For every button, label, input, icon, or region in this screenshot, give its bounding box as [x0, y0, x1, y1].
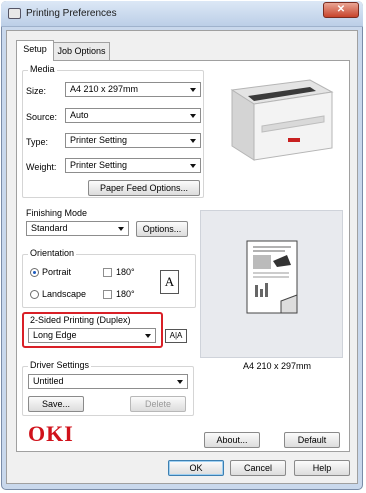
driver-settings-label: Driver Settings: [28, 360, 92, 370]
landscape-label: Landscape: [42, 289, 87, 299]
finishing-options-button[interactable]: Options...: [136, 221, 188, 237]
orientation-group-label: Orientation: [28, 248, 77, 258]
finishing-mode-label: Finishing Mode: [26, 208, 88, 218]
chevron-down-icon: [190, 164, 196, 168]
driver-settings-dropdown[interactable]: Untitled: [28, 374, 188, 389]
paper-size-caption: A4 210 x 297mm: [243, 361, 312, 371]
weight-value: Printer Setting: [70, 160, 128, 170]
portrait-180-checkbox[interactable]: [103, 268, 112, 277]
tab-setup[interactable]: Setup: [16, 40, 54, 61]
printer-icon: [8, 8, 21, 19]
paper-feed-options-button[interactable]: Paper Feed Options...: [88, 180, 200, 196]
duplex-long-edge-icon: A|A: [165, 329, 187, 343]
default-button[interactable]: Default: [284, 432, 340, 448]
chevron-down-icon: [190, 114, 196, 118]
print-preview-panel: [200, 210, 343, 358]
window-title: Printing Preferences: [26, 8, 117, 19]
type-dropdown[interactable]: Printer Setting: [65, 133, 201, 148]
weight-label: Weight:: [26, 162, 57, 172]
size-dropdown[interactable]: A4 210 x 297mm: [65, 82, 201, 97]
save-settings-button[interactable]: Save...: [28, 396, 84, 412]
type-value: Printer Setting: [70, 135, 128, 145]
orientation-page-icon: A: [160, 270, 179, 294]
landscape-180-checkbox[interactable]: [103, 290, 112, 299]
media-group-label: Media: [28, 64, 57, 74]
landscape-180-label: 180°: [116, 289, 135, 299]
size-value: A4 210 x 297mm: [70, 84, 139, 94]
printer-image: [230, 79, 334, 161]
portrait-180-label: 180°: [116, 267, 135, 277]
weight-dropdown[interactable]: Printer Setting: [65, 158, 201, 173]
finishing-mode-value: Standard: [31, 223, 68, 233]
about-button[interactable]: About...: [204, 432, 260, 448]
tab-job-options[interactable]: Job Options: [53, 42, 110, 60]
chevron-down-icon: [177, 380, 183, 384]
landscape-radio[interactable]: [30, 290, 39, 299]
oki-logo: OKI: [28, 421, 74, 446]
type-label: Type:: [26, 137, 49, 147]
chevron-down-icon: [190, 88, 196, 92]
portrait-radio[interactable]: [30, 268, 39, 277]
duplex-value: Long Edge: [33, 330, 77, 340]
finishing-mode-dropdown[interactable]: Standard: [26, 221, 129, 236]
source-dropdown[interactable]: Auto: [65, 108, 201, 123]
duplex-dropdown[interactable]: Long Edge: [28, 328, 156, 343]
delete-settings-button[interactable]: Delete: [130, 396, 186, 412]
source-value: Auto: [70, 110, 89, 120]
document-preview-icon: [246, 240, 298, 314]
close-button[interactable]: ✕: [323, 2, 359, 18]
chevron-down-icon: [118, 227, 124, 231]
portrait-label: Portrait: [42, 267, 72, 277]
help-button[interactable]: Help: [294, 460, 350, 476]
chevron-down-icon: [145, 334, 151, 338]
ok-button[interactable]: OK: [168, 460, 224, 476]
size-label: Size:: [26, 86, 47, 96]
chevron-down-icon: [190, 139, 196, 143]
driver-settings-value: Untitled: [33, 376, 64, 386]
source-label: Source:: [26, 112, 58, 122]
duplex-group-label: 2-Sided Printing (Duplex): [30, 315, 131, 325]
cancel-button[interactable]: Cancel: [230, 460, 286, 476]
